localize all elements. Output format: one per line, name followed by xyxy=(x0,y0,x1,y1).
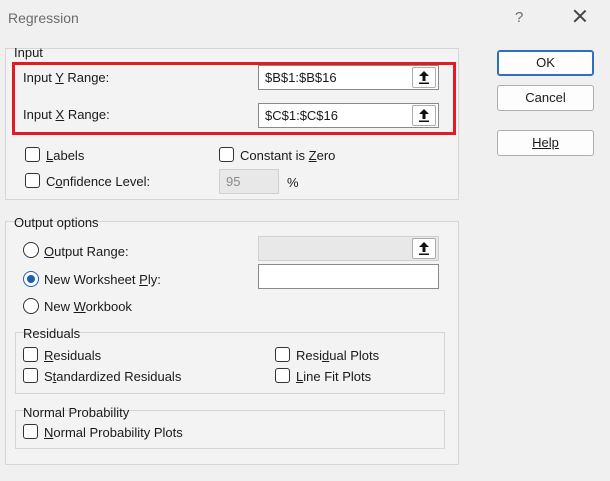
standardized-residuals-label[interactable]: STandardized Residuals xyxy=(44,369,181,384)
line-fit-plots-label[interactable]: Line Fit Plots xyxy=(296,369,371,384)
new-workbook-label[interactable]: New Workbook xyxy=(44,299,132,314)
normal-probability-plots-checkbox[interactable] xyxy=(23,424,38,439)
new-worksheet-ply-label[interactable]: New Worksheet Ply: xyxy=(44,272,161,287)
window-title: Regression xyxy=(8,10,79,26)
new-workbook-radio[interactable] xyxy=(23,298,39,314)
confidence-level-label[interactable]: Confidence Level: xyxy=(46,174,150,189)
range-picker-icon xyxy=(419,109,429,122)
new-worksheet-ply-field[interactable] xyxy=(258,264,439,289)
cancel-button[interactable]: Cancel xyxy=(497,85,594,111)
collapse-dialog-button-x[interactable] xyxy=(412,105,436,126)
residuals-group xyxy=(15,332,445,394)
help-button[interactable]: Help xyxy=(497,130,594,156)
new-worksheet-ply-radio[interactable] xyxy=(23,271,39,287)
input-group-label: Input xyxy=(14,45,43,60)
ok-button[interactable]: OK xyxy=(497,50,594,76)
range-picker-icon xyxy=(419,242,429,255)
residual-plots-label[interactable]: Residual Plots xyxy=(296,348,379,363)
residual-plots-checkbox[interactable] xyxy=(275,347,290,362)
constant-zero-label[interactable]: Constant is Zero xyxy=(240,148,335,163)
output-options-label: Output options xyxy=(14,215,99,230)
collapse-dialog-button-output[interactable] xyxy=(412,238,436,259)
percent-label: % xyxy=(287,175,299,190)
residuals-checkbox[interactable] xyxy=(23,347,38,362)
labels-checkbox-label[interactable]: Labels xyxy=(46,148,84,163)
confidence-level-field[interactable]: 95 xyxy=(219,169,279,194)
range-picker-icon xyxy=(419,71,429,84)
normal-probability-label: Normal Probability xyxy=(23,405,130,420)
input-y-range-label: Input Y Range: xyxy=(23,70,110,85)
labels-checkbox[interactable] xyxy=(25,147,40,162)
standardized-residuals-checkbox[interactable] xyxy=(23,368,38,383)
input-x-range-label: Input X Range: xyxy=(23,107,110,122)
constant-zero-checkbox[interactable] xyxy=(219,147,234,162)
output-range-radio[interactable] xyxy=(23,242,39,258)
close-icon[interactable] xyxy=(571,7,589,25)
residuals-group-label: Residuals xyxy=(23,326,81,341)
normal-probability-plots-label[interactable]: Normal Probability Plots xyxy=(44,425,183,440)
output-range-label[interactable]: Output Range: xyxy=(44,244,129,259)
residuals-label[interactable]: Residuals xyxy=(44,348,101,363)
collapse-dialog-button-y[interactable] xyxy=(412,67,436,88)
line-fit-plots-checkbox[interactable] xyxy=(275,368,290,383)
confidence-level-checkbox[interactable] xyxy=(25,173,40,188)
help-question-icon[interactable]: ? xyxy=(515,9,523,26)
